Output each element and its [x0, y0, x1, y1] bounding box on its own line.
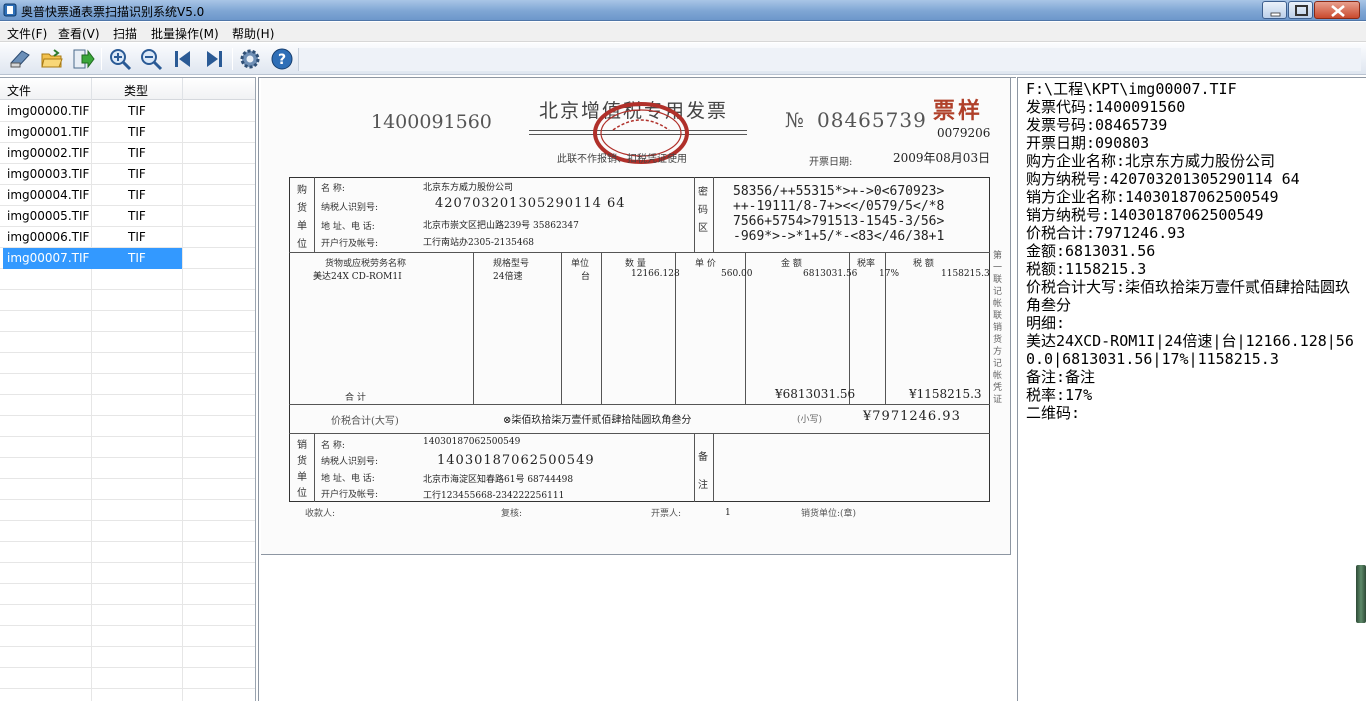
issuer-name: 1 [725, 508, 731, 518]
maximize-button[interactable] [1288, 1, 1313, 19]
export-icon [73, 49, 95, 69]
menu-scan[interactable]: 扫描 [113, 25, 137, 42]
buyer-section-label: 购货单位 [297, 185, 307, 250]
total-amount: ¥6813031.56 [775, 387, 856, 401]
seller-address: 北京市海淀区知春路61号 68744498 [423, 475, 574, 485]
gear-icon [240, 49, 260, 69]
help-icon: ? [271, 48, 293, 70]
last-page-button[interactable] [202, 47, 226, 71]
zoom-out-icon [141, 49, 163, 71]
ocr-result-text: F:\工程\KPT\img00007.TIF 发票代码:1400091560 发… [1026, 80, 1354, 422]
item-qty: 12166.128 [631, 269, 680, 279]
list-item[interactable]: img00001.TIF TIF [0, 122, 255, 143]
total-tax: ¥1158215.3 [909, 387, 982, 401]
zoom-in-button[interactable] [108, 47, 132, 71]
list-item[interactable]: img00002.TIF TIF [0, 143, 255, 164]
remark-section-label: 备注 [698, 452, 708, 491]
column-header-type[interactable]: 类型 [124, 82, 148, 99]
list-item[interactable]: img00003.TIF TIF [0, 164, 255, 185]
help-button[interactable]: ? [270, 47, 294, 71]
cipher-section-label: 密码区 [698, 187, 708, 234]
zoom-out-button[interactable] [139, 47, 163, 71]
total-label: 合 计 [345, 393, 366, 403]
menu-file[interactable]: 文件(F) [7, 25, 47, 42]
sum-in-words: ⊗柒佰玖拾柒万壹仟贰佰肆拾陆圆玖角叁分 [503, 415, 692, 426]
buyer-bank: 工行南站办2305-2135468 [423, 238, 535, 248]
title-bar: 奥普快票通表票扫描识别系统V5.0 [0, 0, 1366, 21]
item-name: 美达24X CD-ROM1I [313, 272, 402, 282]
svg-text:?: ? [278, 52, 286, 68]
menu-batch[interactable]: 批量操作(M) [151, 25, 219, 42]
zoom-in-icon [110, 49, 132, 71]
list-item[interactable]: img00000.TIF TIF [0, 101, 255, 122]
skip-forward-icon [207, 51, 222, 67]
invoice-note: 此联不作报销、扣税凭证使用 [557, 154, 687, 165]
toolbar: ? [0, 43, 1366, 75]
invoice-number-symbol: № [785, 108, 804, 132]
item-price: 560.00 [721, 269, 753, 279]
toolbar-empty-area [298, 48, 1361, 71]
list-item[interactable]: img00005.TIF TIF [0, 206, 255, 227]
invoice-top-right-code: 0079206 [937, 126, 991, 140]
scanner-icon [10, 50, 30, 68]
invoice-image: 1400091560 北京增值税专用发票 № 08465739 票样 00792… [261, 78, 1011, 555]
list-item-selected[interactable]: img00007.TIF TIF [0, 248, 255, 269]
list-header: 文件 类型 [0, 78, 255, 100]
buyer-address: 北京市崇文区把山路239号 35862347 [423, 221, 579, 231]
scroll-handle[interactable] [1356, 565, 1366, 623]
close-button[interactable] [1314, 1, 1360, 19]
export-button[interactable] [71, 47, 95, 71]
sample-stamp: 票样 [933, 98, 984, 124]
seller-name: 14030187062500549 [423, 437, 521, 447]
sum-label: 价税合计(大写) [331, 416, 399, 427]
item-amount: 6813031.56 [803, 269, 858, 279]
invoice-image-panel[interactable]: 1400091560 北京增值税专用发票 № 08465739 票样 00792… [258, 77, 1016, 701]
window-title: 奥普快票通表票扫描识别系统V5.0 [21, 5, 205, 19]
invoice-number: 08465739 [817, 108, 927, 132]
app-icon [3, 3, 17, 17]
item-rate: 17% [879, 269, 900, 279]
invoice-code: 1400091560 [371, 111, 492, 133]
date-label: 开票日期: [809, 157, 853, 168]
first-page-button[interactable] [171, 47, 195, 71]
seller-bank: 工行123455668-234222256111 [423, 491, 565, 501]
item-spec: 24倍速 [493, 272, 523, 282]
menu-bar: 文件(F) 查看(V) 扫描 批量操作(M) 帮助(H) [0, 22, 1366, 42]
open-button[interactable] [40, 47, 64, 71]
buyer-name: 北京东方威力股份公司 [423, 183, 514, 193]
copy-side-note: 第一联 记帐联 销货方记帐凭证 [993, 251, 1003, 405]
column-header-file[interactable]: 文件 [7, 82, 31, 99]
menu-help[interactable]: 帮助(H) [232, 25, 274, 42]
skip-back-icon [175, 51, 190, 67]
list-item[interactable]: img00006.TIF TIF [0, 227, 255, 248]
settings-button[interactable] [238, 47, 262, 71]
sum-small: ¥7971246.93 [863, 409, 961, 424]
file-list[interactable]: 文件 类型 img00000.TIF TIF img00001.TIF TIF im… [0, 77, 256, 701]
folder-open-icon [41, 49, 63, 68]
ocr-result-panel[interactable]: F:\工程\KPT\img00007.TIF 发票代码:1400091560 发… [1017, 77, 1366, 701]
list-item[interactable]: img00004.TIF TIF [0, 185, 255, 206]
item-tax: 1158215.3 [941, 269, 990, 279]
buyer-tax-id: 420703201305290114 64 [435, 196, 626, 211]
seller-section-label: 销货单位 [297, 440, 307, 499]
scan-button[interactable] [8, 47, 32, 71]
seller-tax-id: 14030187062500549 [437, 453, 595, 468]
invoice-date: 2009年08月03日 [893, 151, 991, 165]
menu-view[interactable]: 查看(V) [58, 25, 100, 42]
minimize-button[interactable] [1262, 1, 1287, 19]
sum-small-label: (小写) [797, 415, 823, 425]
item-unit: 台 [581, 272, 591, 282]
